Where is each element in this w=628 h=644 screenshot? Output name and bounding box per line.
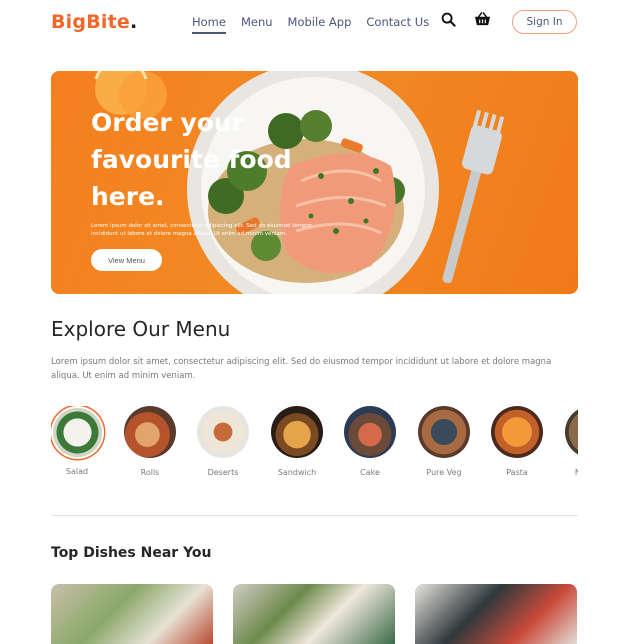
brand-name: BigBite: [51, 11, 130, 33]
sandwich-image: [271, 406, 323, 458]
deserts-image: [197, 406, 249, 458]
sign-in-button[interactable]: Sign In: [512, 10, 577, 34]
menu-item-label: Cake: [360, 468, 380, 477]
hero-banner: Order your favourite food here. Lorem ip…: [51, 71, 578, 294]
fork-illustration: [442, 109, 505, 284]
dish-card-1[interactable]: [51, 584, 213, 644]
menu-item-rolls[interactable]: Rolls: [120, 406, 180, 477]
menu-item-deserts[interactable]: Deserts: [193, 406, 253, 477]
menu-item-cake[interactable]: Cake: [340, 406, 400, 477]
menu-item-label: Noodles: [574, 468, 578, 477]
view-menu-button[interactable]: View Menu: [91, 249, 162, 271]
menu-item-label: Sandwich: [277, 468, 317, 477]
dish-card-2[interactable]: [233, 584, 395, 644]
menu-item-label: Salad: [65, 467, 89, 476]
menu-item-label: Pure Veg: [426, 468, 462, 477]
rolls-image: [124, 406, 176, 458]
menu-item-label: Deserts: [207, 468, 239, 477]
menu-category-list: Salad Rolls Deserts Sandwich Cake Pure V…: [51, 406, 578, 486]
noodles-image: [565, 406, 578, 458]
top-dishes-title: Top Dishes Near You: [51, 545, 212, 561]
hero-title: Order your favourite food here.: [91, 108, 292, 211]
nav-home-link[interactable]: Home: [192, 15, 226, 34]
hero-description: Lorem ipsum dolor sit amet, consectetur …: [91, 223, 313, 237]
explore-menu-title: Explore Our Menu: [51, 317, 231, 341]
search-icon[interactable]: [441, 12, 456, 31]
menu-item-sandwich[interactable]: Sandwich: [267, 406, 327, 477]
nav-icons: [441, 12, 491, 31]
basket-icon[interactable]: [474, 12, 491, 31]
nav-menu-link[interactable]: Menu: [241, 15, 273, 34]
menu-item-label: Rolls: [140, 468, 160, 477]
menu-item-noodles[interactable]: Noodles: [561, 406, 578, 477]
explore-menu-description: Lorem ipsum dolor sit amet, consectetur …: [51, 357, 552, 381]
menu-item-label: Pasta: [506, 468, 528, 477]
brand-logo[interactable]: BigBite.: [51, 11, 137, 33]
main-nav: Home Menu Mobile App Contact Us: [192, 15, 429, 34]
nav-contact-link[interactable]: Contact Us: [366, 15, 429, 34]
dish-card-3[interactable]: [415, 584, 577, 644]
menu-item-pasta[interactable]: Pasta: [487, 406, 547, 477]
cake-image: [344, 406, 396, 458]
section-divider: [51, 515, 578, 516]
nav-mobile-app-link[interactable]: Mobile App: [288, 15, 352, 34]
pure-veg-image: [418, 406, 470, 458]
brand-dot: .: [129, 11, 138, 33]
menu-item-pure-veg[interactable]: Pure Veg: [414, 406, 474, 477]
pasta-image: [491, 406, 543, 458]
salad-image: [52, 408, 102, 457]
menu-item-salad[interactable]: Salad: [51, 406, 107, 476]
